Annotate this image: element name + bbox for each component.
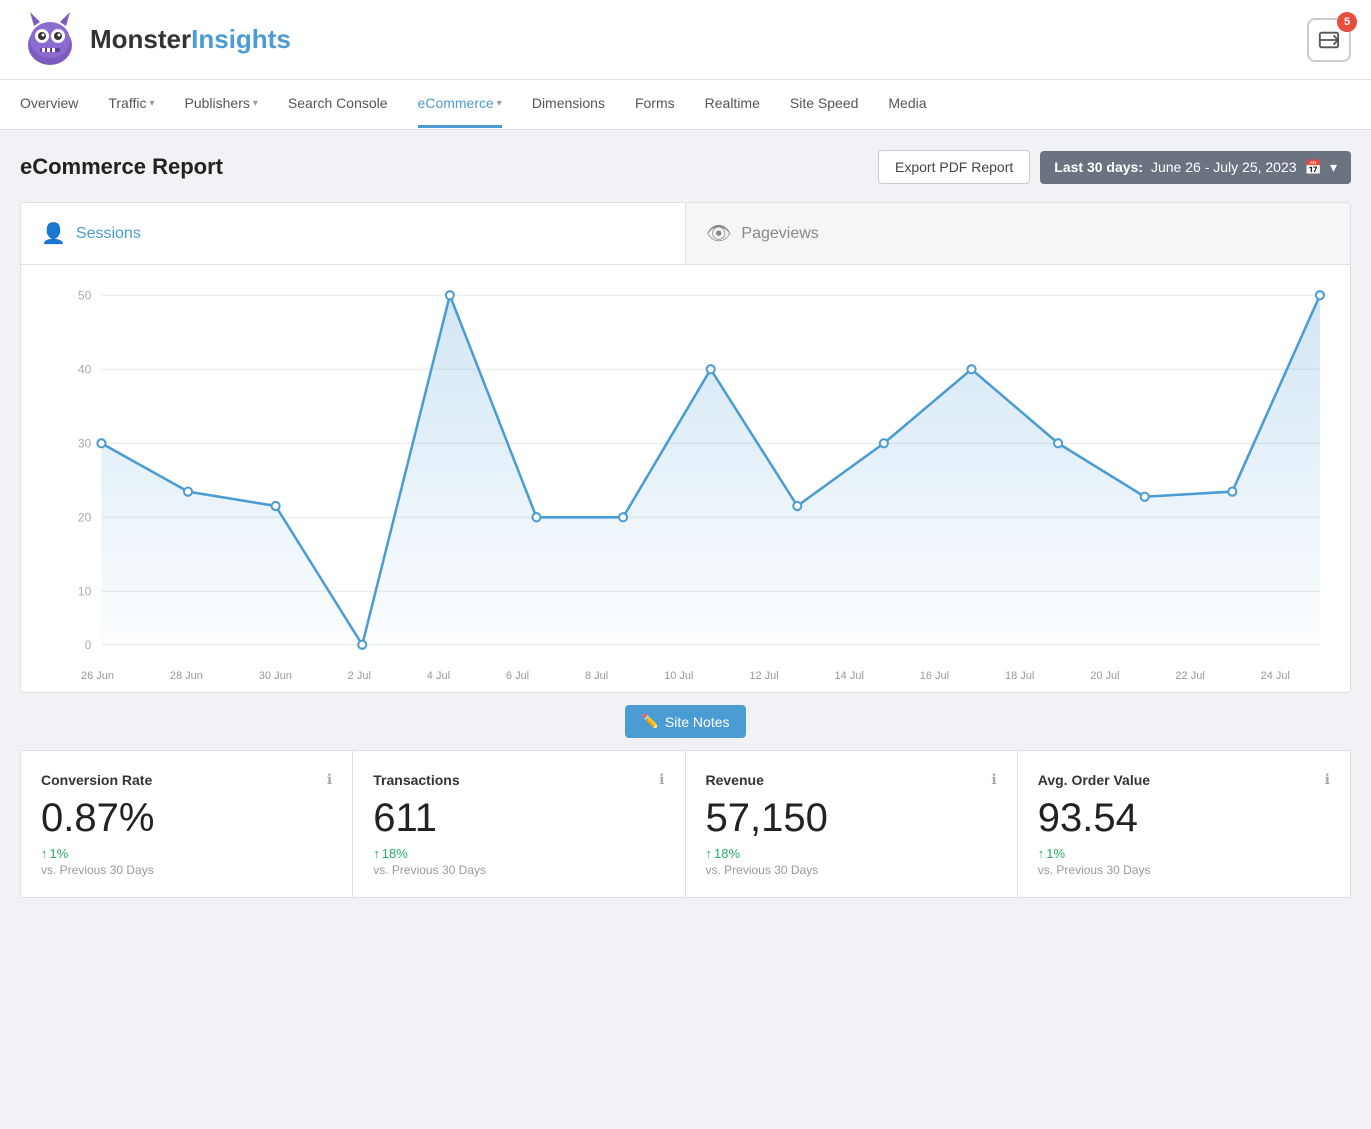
chevron-down-icon: ▾ [1330, 159, 1337, 176]
logo-text: MonsterInsights [90, 24, 291, 55]
report-header: eCommerce Report Export PDF Report Last … [20, 150, 1351, 184]
nav-item-dimensions[interactable]: Dimensions [532, 81, 605, 128]
site-notes-button[interactable]: ✏️ Site Notes [625, 705, 745, 738]
metric-card-transactions: Transactions ℹ 611 ↑ 18% vs. Previous 30… [353, 751, 685, 897]
header: MonsterInsights 5 [0, 0, 1371, 80]
info-icon[interactable]: ℹ [659, 771, 664, 788]
page-title: eCommerce Report [20, 154, 223, 180]
nav-item-overview[interactable]: Overview [20, 81, 78, 128]
svg-text:30: 30 [78, 436, 92, 450]
site-notes-area: ✏️ Site Notes [20, 693, 1351, 750]
metric-change: ↑ 18% [706, 846, 997, 861]
chart-tabs: 👤 Sessions 👁 Pageviews [21, 203, 1350, 265]
logo-area: MonsterInsights [20, 10, 291, 70]
pencil-icon: ✏️ [641, 713, 658, 730]
metric-card-header: Avg. Order Value ℹ [1038, 771, 1330, 788]
info-icon[interactable]: ℹ [1325, 771, 1330, 788]
svg-text:50: 50 [78, 288, 92, 302]
monster-logo-icon [20, 10, 80, 70]
nav-item-forms[interactable]: Forms [635, 81, 675, 128]
up-arrow-icon: ↑ [41, 846, 48, 861]
date-range: June 26 - July 25, 2023 [1151, 159, 1297, 175]
person-icon: 👤 [41, 221, 66, 246]
calendar-icon: 📅 [1305, 159, 1322, 176]
svg-text:10: 10 [78, 584, 92, 598]
metric-value: 57,150 [706, 796, 997, 840]
metric-label: Conversion Rate [41, 772, 152, 788]
metric-value: 0.87% [41, 796, 332, 840]
up-arrow-icon: ↑ [706, 846, 713, 861]
line-chart: 50 40 30 20 10 0 [41, 285, 1330, 655]
nav-item-media[interactable]: Media [888, 81, 926, 128]
chevron-down-icon: ▾ [253, 98, 258, 109]
date-range-button[interactable]: Last 30 days: June 26 - July 25, 2023 📅 … [1040, 151, 1351, 184]
metric-value: 93.54 [1038, 796, 1330, 840]
notification-button[interactable]: 5 [1307, 18, 1351, 62]
metric-label: Transactions [373, 772, 459, 788]
chevron-down-icon: ▾ [149, 98, 154, 109]
eye-icon: 👁 [706, 221, 731, 246]
nav-item-traffic[interactable]: Traffic ▾ [108, 81, 154, 128]
metric-label: Revenue [706, 772, 764, 788]
metric-label: Avg. Order Value [1038, 772, 1150, 788]
metric-change: ↑ 1% [1038, 846, 1330, 861]
metric-vs: vs. Previous 30 Days [41, 863, 332, 877]
report-actions: Export PDF Report Last 30 days: June 26 … [878, 150, 1351, 184]
up-arrow-icon: ↑ [1038, 846, 1045, 861]
main-nav: Overview Traffic ▾ Publishers ▾ Search C… [0, 80, 1371, 130]
metric-value: 611 [373, 796, 664, 840]
tab-pageviews[interactable]: 👁 Pageviews [686, 203, 1350, 264]
tab-sessions[interactable]: 👤 Sessions [21, 203, 686, 264]
chart-card: 👤 Sessions 👁 Pageviews [20, 202, 1351, 693]
nav-item-ecommerce[interactable]: eCommerce ▾ [418, 81, 502, 128]
metric-change: ↑ 18% [373, 846, 664, 861]
metric-card-revenue: Revenue ℹ 57,150 ↑ 18% vs. Previous 30 D… [686, 751, 1018, 897]
chevron-down-icon: ▾ [497, 98, 502, 109]
metric-vs: vs. Previous 30 Days [373, 863, 664, 877]
up-arrow-icon: ↑ [373, 846, 380, 861]
nav-item-realtime[interactable]: Realtime [705, 81, 760, 128]
nav-item-site-speed[interactable]: Site Speed [790, 81, 859, 128]
svg-text:20: 20 [78, 510, 92, 524]
export-pdf-button[interactable]: Export PDF Report [878, 150, 1030, 184]
metric-card-avg-order: Avg. Order Value ℹ 93.54 ↑ 1% vs. Previo… [1018, 751, 1350, 897]
info-icon[interactable]: ℹ [327, 771, 332, 788]
metric-card-conversion: Conversion Rate ℹ 0.87% ↑ 1% vs. Previou… [21, 751, 353, 897]
metric-vs: vs. Previous 30 Days [1038, 863, 1330, 877]
info-icon[interactable]: ℹ [991, 771, 996, 788]
notification-badge: 5 [1337, 12, 1357, 32]
date-label: Last 30 days: [1054, 159, 1143, 175]
metric-card-header: Transactions ℹ [373, 771, 664, 788]
chart-area: 50 40 30 20 10 0 [21, 265, 1350, 665]
metric-card-header: Revenue ℹ [706, 771, 997, 788]
metric-change: ↑ 1% [41, 846, 332, 861]
nav-item-search-console[interactable]: Search Console [288, 81, 388, 128]
header-right: 5 [1307, 18, 1351, 62]
x-axis-labels: 26 Jun 28 Jun 30 Jun 2 Jul 4 Jul 6 Jul 8… [21, 665, 1350, 692]
page-content: eCommerce Report Export PDF Report Last … [0, 130, 1371, 918]
metric-cards: Conversion Rate ℹ 0.87% ↑ 1% vs. Previou… [20, 750, 1351, 898]
svg-text:0: 0 [85, 638, 92, 652]
nav-item-publishers[interactable]: Publishers ▾ [185, 81, 258, 128]
metric-vs: vs. Previous 30 Days [706, 863, 997, 877]
metric-card-header: Conversion Rate ℹ [41, 771, 332, 788]
svg-text:40: 40 [78, 362, 92, 376]
